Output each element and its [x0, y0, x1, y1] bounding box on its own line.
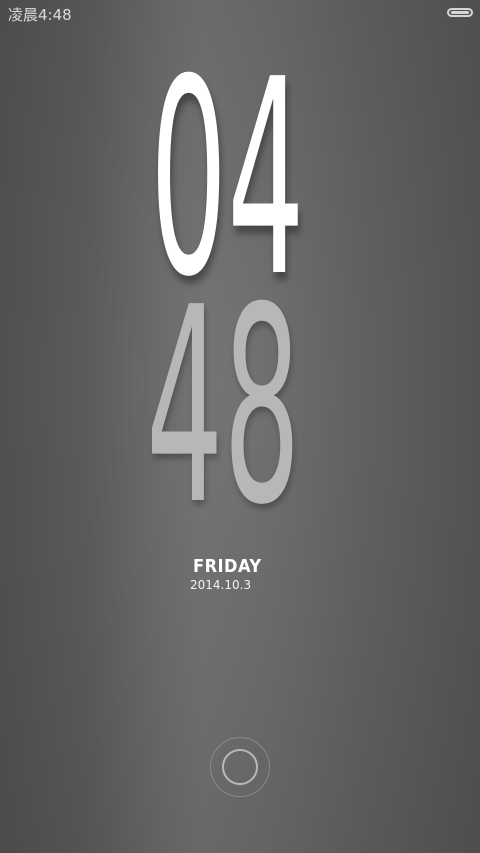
- status-time: 凌晨4:48: [8, 6, 72, 24]
- battery-icon: [447, 8, 473, 17]
- clock-hours: 04: [150, 21, 305, 336]
- unlock-ring-icon: [222, 749, 258, 785]
- date-label: 2014.10.3: [190, 578, 252, 592]
- unlock-button[interactable]: [210, 737, 270, 797]
